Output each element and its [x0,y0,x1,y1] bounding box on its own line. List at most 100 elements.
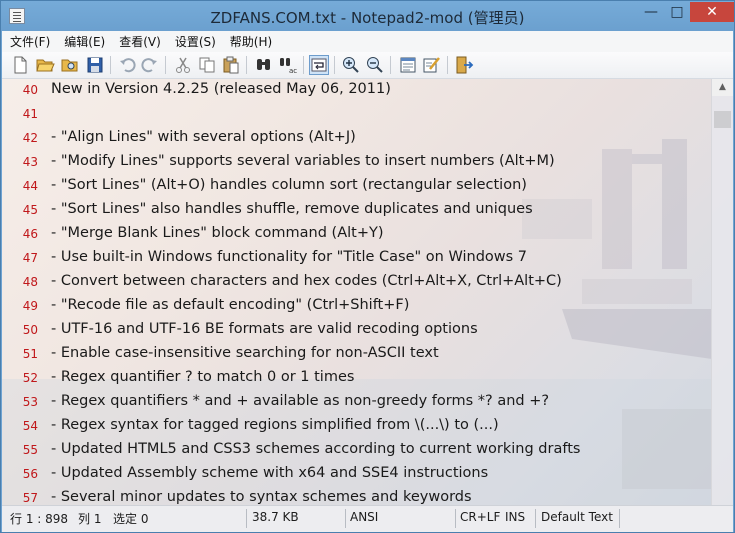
status-line-ending[interactable]: CR+LF [460,510,500,524]
editor-line[interactable]: 48 - Convert between characters and hex … [2,271,712,295]
line-number: 49 [22,299,38,313]
word-wrap-icon[interactable] [309,55,329,75]
line-text[interactable]: - Regex syntax for tagged regions simpli… [51,417,499,433]
line-number: 48 [22,275,38,289]
line-number: 53 [22,395,38,409]
menu-file[interactable]: 文件(F) [2,33,56,50]
toolbar-separator [246,56,247,74]
minimize-button[interactable]: — [638,2,664,22]
scrollbar-thumb[interactable] [714,111,731,128]
line-text[interactable]: - Convert between characters and hex cod… [51,273,562,289]
scheme-icon[interactable] [398,55,418,75]
menu-help[interactable]: 帮助(H) [222,33,278,50]
status-divider [619,509,620,528]
line-number: 55 [22,443,38,457]
line-text[interactable]: - "Recode file as default encoding" (Ctr… [51,297,409,313]
zoom-in-icon[interactable] [341,55,361,75]
line-number: 45 [22,203,38,217]
svg-text:ac: ac [289,67,297,75]
line-number: 43 [22,155,38,169]
new-file-icon[interactable] [10,55,30,75]
line-number: 54 [22,419,38,433]
app-window: ZDFANS.COM.txt - Notepad2-mod (管理员) — □ … [0,0,735,533]
editor-line[interactable]: 47 - Use built-in Windows functionality … [2,247,712,271]
editor-lines: 40 New in Version 4.2.25 (released May 06… [2,79,712,505]
editor-line[interactable]: 46 - "Merge Blank Lines" block command (… [2,223,712,247]
toolbar-separator [390,56,391,74]
status-divider [535,509,536,528]
zoom-out-icon[interactable] [365,55,385,75]
status-divider [345,509,346,528]
line-number: 56 [22,467,38,481]
redo-icon[interactable] [140,55,160,75]
open-file-icon[interactable] [35,55,55,75]
line-text[interactable]: New in Version 4.2.25 (released May 06, … [51,81,391,97]
status-encoding[interactable]: ANSI [350,510,378,524]
undo-icon[interactable] [117,55,137,75]
menu-bar: 文件(F) 编辑(E) 查看(V) 设置(S) 帮助(H) [2,31,733,52]
text-editor[interactable]: 40 New in Version 4.2.25 (released May 06… [2,79,733,505]
editor-line[interactable]: 43 - "Modify Lines" supports several var… [2,151,712,175]
line-text[interactable]: - Regex quantifier ? to match 0 or 1 tim… [51,369,354,385]
editor-line[interactable]: 53 - Regex quantifiers * and + available… [2,391,712,415]
line-number: 52 [22,371,38,385]
editor-line[interactable]: 57 - Several minor updates to syntax sch… [2,487,712,505]
maximize-button[interactable]: □ [664,2,690,22]
editor-line[interactable]: 51 - Enable case-insensitive searching f… [2,343,712,367]
line-text[interactable]: - UTF-16 and UTF-16 BE formats are valid… [51,321,478,337]
status-insert-mode[interactable]: INS [505,510,525,524]
menu-edit[interactable]: 编辑(E) [56,33,111,50]
status-column: 列 1 [78,512,102,526]
replace-icon[interactable]: ac [278,55,298,75]
line-text[interactable]: - "Merge Blank Lines" block command (Alt… [51,225,384,241]
editor-line[interactable]: 44 - "Sort Lines" (Alt+O) handles column… [2,175,712,199]
paste-icon[interactable] [221,55,241,75]
vertical-scrollbar[interactable]: ▲ [711,79,733,505]
status-bar: 行 1 : 898 列 1 选定 0 38.7 KB ANSI CR+LF IN… [2,505,733,532]
editor-line[interactable]: 56 - Updated Assembly scheme with x64 an… [2,463,712,487]
line-text[interactable]: - "Align Lines" with several options (Al… [51,129,356,145]
status-line-position: 行 1 : 898 [10,512,69,526]
line-text[interactable]: - Use built-in Windows functionality for… [51,249,527,265]
find-icon[interactable] [254,55,274,75]
line-text[interactable]: - Enable case-insensitive searching for … [51,345,439,361]
copy-icon[interactable] [197,55,217,75]
toolbar-separator [334,56,335,74]
line-number: 42 [22,131,38,145]
line-text[interactable]: - "Modify Lines" supports several variab… [51,153,555,169]
editor-line[interactable]: 54 - Regex syntax for tagged regions sim… [2,415,712,439]
line-text[interactable]: - Regex quantifiers * and + available as… [51,393,549,409]
line-text[interactable]: - "Sort Lines" also handles shuffle, rem… [51,201,533,217]
line-text[interactable]: - Updated Assembly scheme with x64 and S… [51,465,488,481]
line-text[interactable]: - Updated HTML5 and CSS3 schemes accordi… [51,441,580,457]
editor-line[interactable]: 55 - Updated HTML5 and CSS3 schemes acco… [2,439,712,463]
editor-line[interactable]: 50 - UTF-16 and UTF-16 BE formats are va… [2,319,712,343]
menu-settings[interactable]: 设置(S) [167,33,222,50]
editor-line[interactable]: 40 New in Version 4.2.25 (released May 06… [2,79,712,103]
line-text[interactable]: - "Sort Lines" (Alt+O) handles column so… [51,177,527,193]
editor-line[interactable]: 41 [2,103,712,127]
editor-line[interactable]: 45 - "Sort Lines" also handles shuffle, … [2,199,712,223]
editor-line[interactable]: 42 - "Align Lines" with several options … [2,127,712,151]
line-number: 44 [22,179,38,193]
menu-view[interactable]: 查看(V) [111,33,167,50]
line-number: 46 [22,227,38,241]
toolbar-separator [447,56,448,74]
status-scheme[interactable]: Default Text [541,510,613,524]
status-file-size: 38.7 KB [252,510,299,524]
title-bar[interactable]: ZDFANS.COM.txt - Notepad2-mod (管理员) — □ … [1,1,734,31]
line-number: 51 [22,347,38,361]
save-icon[interactable] [85,55,105,75]
toolbar-separator [110,56,111,74]
line-text[interactable]: - Several minor updates to syntax scheme… [51,489,472,505]
line-number: 41 [22,107,38,121]
editor-line[interactable]: 52 - Regex quantifier ? to match 0 or 1 … [2,367,712,391]
customize-scheme-icon[interactable] [422,55,442,75]
exit-icon[interactable] [454,55,474,75]
browse-icon[interactable] [60,55,80,75]
cut-icon[interactable] [173,55,193,75]
scroll-up-arrow-icon[interactable]: ▲ [712,79,733,96]
close-button[interactable]: ✕ [690,2,734,22]
editor-line[interactable]: 49 - "Recode file as default encoding" (… [2,295,712,319]
status-selection: 选定 0 [113,512,149,526]
